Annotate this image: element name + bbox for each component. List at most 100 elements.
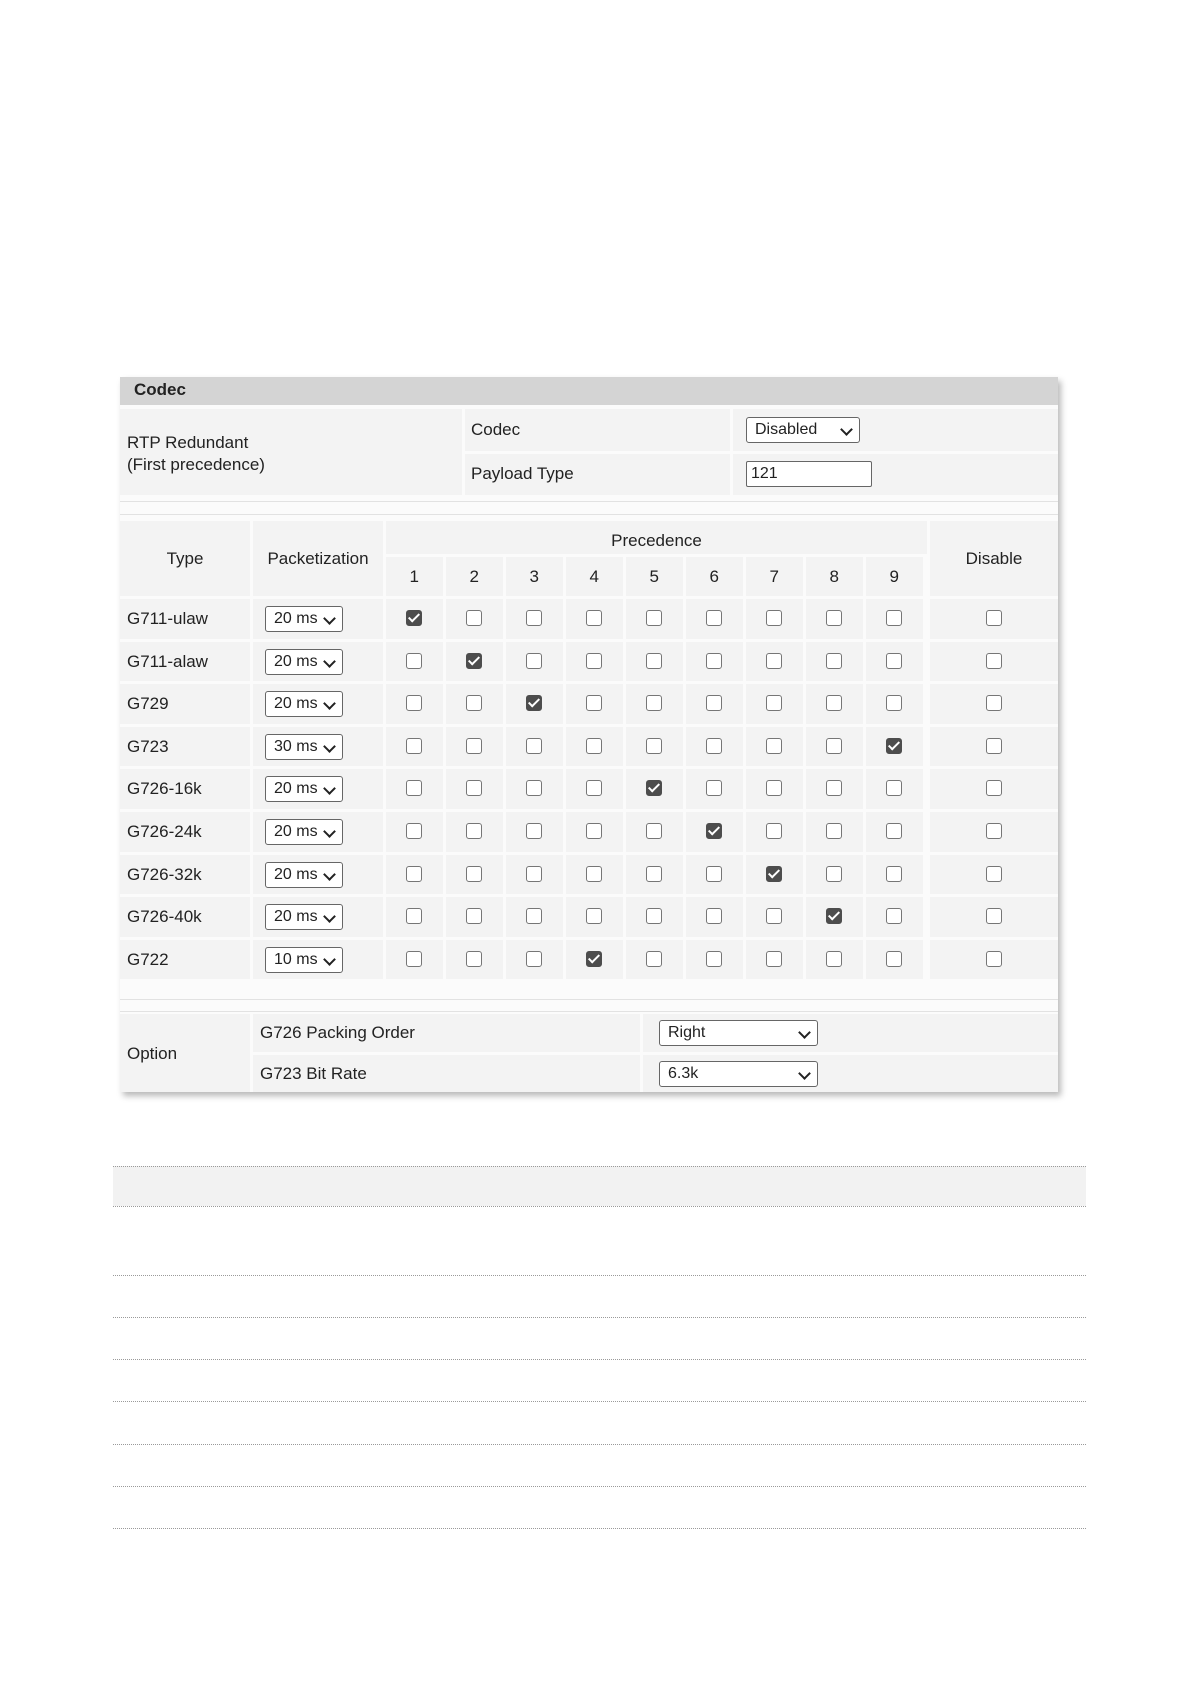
precedence-checkbox[interactable] bbox=[466, 823, 483, 839]
precedence-checkbox[interactable] bbox=[646, 695, 663, 712]
precedence-checkbox[interactable] bbox=[586, 908, 603, 925]
packetization-select[interactable]: 20 ms bbox=[265, 861, 343, 888]
precedence-checkbox[interactable] bbox=[406, 950, 423, 967]
precedence-checkbox[interactable] bbox=[886, 908, 903, 925]
precedence-checkbox[interactable] bbox=[646, 908, 663, 925]
precedence-checkbox[interactable] bbox=[766, 737, 783, 754]
precedence-checkbox[interactable] bbox=[586, 950, 603, 967]
precedence-checkbox[interactable] bbox=[886, 737, 903, 754]
precedence-checkbox[interactable] bbox=[646, 823, 663, 839]
precedence-checkbox[interactable] bbox=[586, 823, 603, 839]
precedence-checkbox[interactable] bbox=[886, 610, 903, 626]
precedence-checkbox[interactable] bbox=[646, 865, 663, 882]
precedence-checkbox[interactable] bbox=[826, 908, 843, 925]
precedence-checkbox[interactable] bbox=[706, 610, 723, 626]
precedence-checkbox[interactable] bbox=[886, 865, 903, 882]
precedence-checkbox[interactable] bbox=[406, 823, 423, 839]
packing-order-select[interactable]: Right bbox=[659, 1020, 818, 1046]
disable-checkbox[interactable] bbox=[986, 950, 1002, 967]
precedence-checkbox[interactable] bbox=[466, 950, 483, 967]
precedence-checkbox[interactable] bbox=[826, 950, 843, 967]
precedence-checkbox[interactable] bbox=[826, 610, 843, 626]
precedence-checkbox[interactable] bbox=[526, 908, 543, 925]
payload-type-input[interactable]: 121 bbox=[746, 461, 872, 487]
precedence-checkbox[interactable] bbox=[766, 908, 783, 925]
precedence-checkbox[interactable] bbox=[586, 865, 603, 882]
precedence-checkbox[interactable] bbox=[586, 695, 603, 712]
precedence-checkbox[interactable] bbox=[826, 695, 843, 712]
precedence-checkbox[interactable] bbox=[526, 737, 543, 754]
precedence-checkbox[interactable] bbox=[406, 652, 423, 669]
rtp-codec-select[interactable]: Disabled bbox=[746, 417, 860, 443]
disable-checkbox[interactable] bbox=[986, 652, 1002, 669]
precedence-checkbox[interactable] bbox=[466, 780, 483, 797]
precedence-checkbox[interactable] bbox=[706, 865, 723, 882]
precedence-checkbox[interactable] bbox=[766, 823, 783, 839]
precedence-checkbox[interactable] bbox=[886, 780, 903, 797]
packetization-select[interactable]: 20 ms bbox=[265, 606, 343, 632]
precedence-checkbox[interactable] bbox=[586, 610, 603, 626]
precedence-checkbox[interactable] bbox=[526, 950, 543, 967]
precedence-checkbox[interactable] bbox=[766, 695, 783, 712]
precedence-checkbox[interactable] bbox=[886, 652, 903, 669]
precedence-checkbox[interactable] bbox=[886, 695, 903, 712]
precedence-checkbox[interactable] bbox=[766, 950, 783, 967]
precedence-checkbox[interactable] bbox=[646, 610, 663, 626]
precedence-checkbox[interactable] bbox=[466, 737, 483, 754]
packetization-select[interactable]: 20 ms bbox=[265, 648, 343, 675]
precedence-checkbox[interactable] bbox=[706, 652, 723, 669]
precedence-checkbox[interactable] bbox=[406, 737, 423, 754]
precedence-checkbox[interactable] bbox=[706, 823, 723, 839]
packetization-select[interactable]: 10 ms bbox=[265, 946, 343, 973]
packetization-select[interactable]: 20 ms bbox=[265, 904, 343, 931]
precedence-checkbox[interactable] bbox=[466, 865, 483, 882]
precedence-checkbox[interactable] bbox=[826, 823, 843, 839]
precedence-checkbox[interactable] bbox=[826, 780, 843, 797]
precedence-checkbox[interactable] bbox=[466, 610, 483, 626]
precedence-checkbox[interactable] bbox=[586, 737, 603, 754]
packetization-select[interactable]: 30 ms bbox=[265, 733, 343, 760]
precedence-checkbox[interactable] bbox=[706, 908, 723, 925]
precedence-checkbox[interactable] bbox=[826, 737, 843, 754]
precedence-checkbox[interactable] bbox=[706, 737, 723, 754]
precedence-checkbox[interactable] bbox=[466, 695, 483, 712]
precedence-checkbox[interactable] bbox=[586, 652, 603, 669]
disable-checkbox[interactable] bbox=[986, 780, 1002, 797]
disable-checkbox[interactable] bbox=[986, 737, 1002, 754]
precedence-checkbox[interactable] bbox=[766, 865, 783, 882]
precedence-checkbox[interactable] bbox=[826, 865, 843, 882]
precedence-checkbox[interactable] bbox=[886, 823, 903, 839]
precedence-checkbox[interactable] bbox=[526, 652, 543, 669]
precedence-checkbox[interactable] bbox=[526, 865, 543, 882]
precedence-checkbox[interactable] bbox=[406, 908, 423, 925]
precedence-checkbox[interactable] bbox=[886, 950, 903, 967]
precedence-checkbox[interactable] bbox=[646, 950, 663, 967]
precedence-checkbox[interactable] bbox=[766, 610, 783, 626]
precedence-checkbox[interactable] bbox=[406, 695, 423, 712]
disable-checkbox[interactable] bbox=[986, 695, 1002, 712]
precedence-checkbox[interactable] bbox=[466, 652, 483, 669]
precedence-checkbox[interactable] bbox=[646, 652, 663, 669]
disable-checkbox[interactable] bbox=[986, 908, 1002, 925]
precedence-checkbox[interactable] bbox=[406, 780, 423, 797]
packetization-select[interactable]: 20 ms bbox=[265, 691, 343, 718]
disable-checkbox[interactable] bbox=[986, 610, 1002, 626]
precedence-checkbox[interactable] bbox=[466, 908, 483, 925]
precedence-checkbox[interactable] bbox=[766, 652, 783, 669]
precedence-checkbox[interactable] bbox=[706, 695, 723, 712]
disable-checkbox[interactable] bbox=[986, 865, 1002, 882]
bit-rate-select[interactable]: 6.3k bbox=[659, 1061, 818, 1087]
precedence-checkbox[interactable] bbox=[646, 780, 663, 797]
packetization-select[interactable]: 20 ms bbox=[265, 776, 343, 803]
packetization-select[interactable]: 20 ms bbox=[265, 819, 343, 845]
precedence-checkbox[interactable] bbox=[706, 950, 723, 967]
disable-checkbox[interactable] bbox=[986, 823, 1002, 839]
precedence-checkbox[interactable] bbox=[526, 695, 543, 712]
precedence-checkbox[interactable] bbox=[406, 610, 423, 626]
precedence-checkbox[interactable] bbox=[526, 780, 543, 797]
precedence-checkbox[interactable] bbox=[526, 610, 543, 626]
precedence-checkbox[interactable] bbox=[586, 780, 603, 797]
precedence-checkbox[interactable] bbox=[766, 780, 783, 797]
precedence-checkbox[interactable] bbox=[526, 823, 543, 839]
precedence-checkbox[interactable] bbox=[706, 780, 723, 797]
